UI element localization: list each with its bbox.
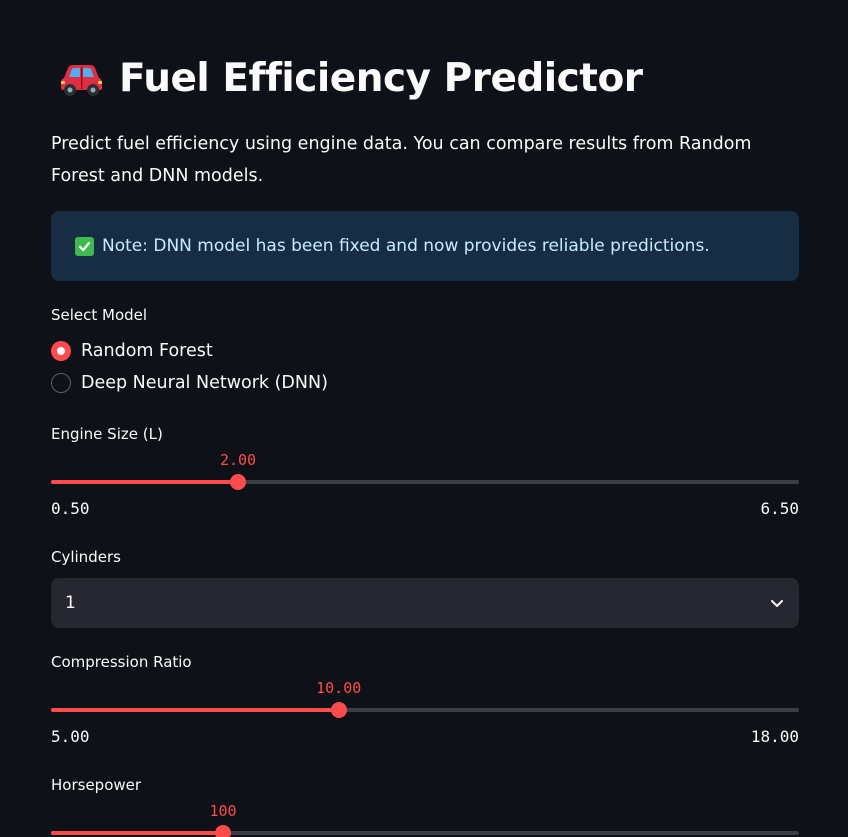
radio-label: Random Forest [81,341,213,361]
page-title: Fuel Efficiency Predictor [57,54,643,102]
page-description: Predict fuel efficiency using engine dat… [51,134,752,186]
check-mark-icon [75,236,94,256]
engine-size-label: Engine Size (L) [51,425,163,443]
red-car-icon [61,65,102,96]
slider-fill [51,480,238,484]
radio-dnn[interactable]: Deep Neural Network (DNN) [51,373,328,393]
slider-fill [51,831,224,835]
alert-text: Note: DNN model has been fixed and now p… [102,236,710,256]
slider-current-value: 2.00 [219,451,257,469]
radio-unselected-icon [51,373,71,393]
compression-ratio-label: Compression Ratio [51,653,192,671]
slider-current-value: 10.00 [316,679,362,697]
slider-thumb[interactable] [230,474,246,490]
slider-thumb[interactable] [330,702,347,718]
slider-min-value: 0.50 [51,499,90,518]
page-title-text: Fuel Efficiency Predictor [119,55,643,101]
cylinders-select[interactable]: 1 [51,578,799,628]
radio-random-forest[interactable]: Random Forest [51,341,213,361]
radio-label: Deep Neural Network (DNN) [81,373,328,393]
slider-max-value: 6.50 [760,499,799,518]
compression-ratio-slider[interactable]: 10.00 5.00 18.00 [51,679,799,749]
slider-current-value: 100 [209,802,237,820]
radio-selected-icon [51,341,71,361]
chevron-down-icon [771,600,783,607]
model-select-label: Select Model [51,306,148,324]
cylinders-selected-value: 1 [65,593,76,613]
cylinders-label: Cylinders [51,548,121,566]
engine-size-slider[interactable]: 2.00 0.50 6.50 [51,451,799,521]
slider-min-value: 5.00 [51,727,90,746]
slider-max-value: 18.00 [750,727,799,746]
app-page: Fuel Efficiency Predictor Predict fuel e… [0,0,848,837]
slider-thumb[interactable] [215,825,232,837]
horsepower-label: Horsepower [51,776,142,794]
horsepower-slider[interactable]: 100 [51,802,799,837]
slider-fill [51,708,339,712]
info-alert: Note: DNN model has been fixed and now p… [51,211,799,281]
